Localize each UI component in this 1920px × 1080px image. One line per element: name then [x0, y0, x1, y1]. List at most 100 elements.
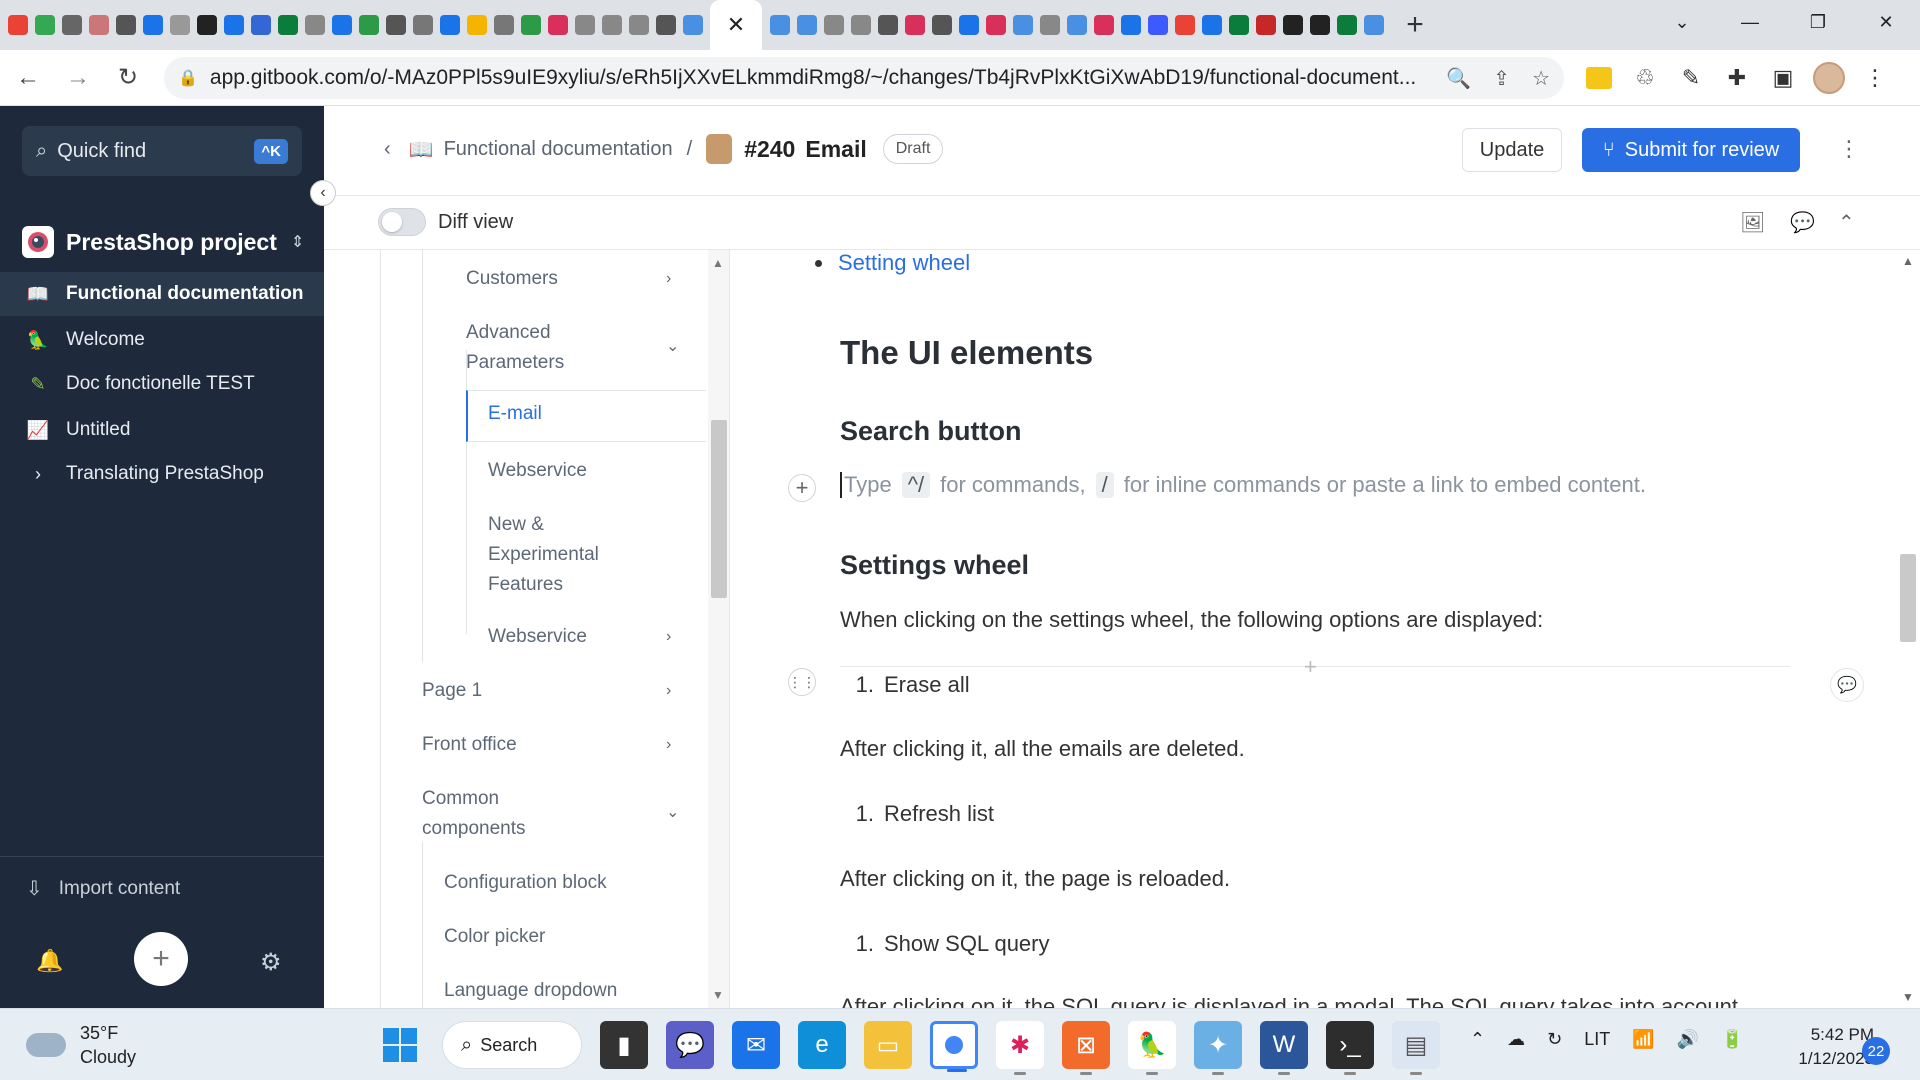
weather-widget[interactable]: 35°F Cloudy: [26, 1021, 136, 1069]
gear-icon[interactable]: ⚙: [260, 948, 282, 977]
scrollbar-thumb[interactable]: [1900, 554, 1916, 642]
url-text[interactable]: app.gitbook.com/o/-MAz0PPl5s9uIE9xyliu/s…: [210, 66, 1424, 90]
browser-tab[interactable]: [1063, 0, 1090, 50]
wifi-icon[interactable]: 📶: [1632, 1029, 1654, 1050]
browser-tab[interactable]: [982, 0, 1009, 50]
browser-tab[interactable]: [1252, 0, 1279, 50]
browser-tab[interactable]: [139, 0, 166, 50]
tree-item-front-office[interactable]: Front office ›: [422, 730, 682, 760]
browser-tab[interactable]: [328, 0, 355, 50]
browser-tab[interactable]: [847, 0, 874, 50]
scroll-down-arrow-icon[interactable]: ▼: [1902, 990, 1914, 1004]
tree-item-webservice[interactable]: Webservice: [488, 456, 688, 486]
browser-tab[interactable]: [463, 0, 490, 50]
notification-badge[interactable]: 22: [1862, 1037, 1890, 1065]
project-switcher[interactable]: PrestaShop project ⇕: [22, 226, 304, 258]
browser-tab[interactable]: [820, 0, 847, 50]
browser-tab[interactable]: [436, 0, 463, 50]
browser-tab[interactable]: [1333, 0, 1360, 50]
browser-tab[interactable]: [1279, 0, 1306, 50]
teams-chat-icon[interactable]: 💬: [666, 1021, 714, 1069]
drag-handle-icon[interactable]: ⋮⋮: [788, 668, 816, 696]
browser-tab[interactable]: [31, 0, 58, 50]
setting-wheel-link[interactable]: Setting wheel: [838, 250, 970, 276]
share-icon[interactable]: ⇪: [1493, 66, 1510, 91]
paragraph[interactable]: After clicking on it, the SQL query is d…: [840, 994, 1738, 1008]
tree-item-page-1[interactable]: Page 1 ›: [422, 676, 682, 706]
browser-tab[interactable]: [1225, 0, 1252, 50]
heading-settings-wheel[interactable]: Settings wheel: [840, 550, 1029, 581]
chevron-up-icon[interactable]: ⌃: [1838, 210, 1855, 235]
quick-find-input[interactable]: ⌕ Quick find ^K: [22, 126, 302, 176]
browser-tab[interactable]: [625, 0, 652, 50]
browser-tab[interactable]: [544, 0, 571, 50]
bell-icon[interactable]: 🔔: [36, 948, 63, 974]
collapse-sidebar-button[interactable]: ‹: [310, 180, 336, 206]
paragraph[interactable]: After clicking it, all the emails are de…: [840, 736, 1245, 762]
profile-avatar[interactable]: [1806, 62, 1852, 94]
browser-tab[interactable]: [166, 0, 193, 50]
tree-scrollbar[interactable]: ▲ ▼: [708, 250, 729, 1008]
scroll-down-arrow-icon[interactable]: ▼: [712, 988, 724, 1002]
back-arrow-icon[interactable]: ←: [6, 56, 50, 100]
browser-tab[interactable]: [382, 0, 409, 50]
browser-tab[interactable]: [1036, 0, 1063, 50]
sync-icon[interactable]: ↻: [1547, 1029, 1562, 1050]
reload-icon[interactable]: ↻: [106, 56, 150, 100]
taskbar-search[interactable]: ⌕ Search: [442, 1021, 582, 1069]
browser-tab[interactable]: [955, 0, 982, 50]
breadcrumb-space-link[interactable]: Functional documentation: [444, 138, 673, 161]
tree-item-customers[interactable]: Customers ›: [466, 264, 678, 294]
chevron-up-icon[interactable]: ⌃: [1470, 1029, 1485, 1050]
empty-block-placeholder[interactable]: Type ^/ for commands, / for inline comma…: [840, 472, 1646, 498]
tree-item-email-active[interactable]: E-mail: [466, 390, 706, 442]
image-icon[interactable]: 🖼: [1740, 210, 1765, 235]
paragraph[interactable]: After clicking on it, the page is reload…: [840, 866, 1230, 892]
sidebar-item-untitled[interactable]: 📈 Untitled: [0, 408, 324, 452]
zoom-icon[interactable]: 🔍: [1446, 66, 1471, 91]
extensions-puzzle-icon[interactable]: ✚: [1714, 65, 1760, 91]
editor-scrollbar[interactable]: ▲ ▼: [1896, 250, 1920, 1008]
change-title[interactable]: Email: [805, 136, 866, 163]
task-view-icon[interactable]: ▮: [600, 1021, 648, 1069]
browser-tab[interactable]: [274, 0, 301, 50]
chrome-browser-icon[interactable]: [930, 1021, 978, 1072]
sidebar-item-translating[interactable]: › Translating PrestaShop: [0, 452, 324, 496]
parrot-app-icon[interactable]: 🦜: [1128, 1021, 1176, 1075]
restore-button[interactable]: ❐: [1784, 12, 1852, 33]
browser-menu-icon[interactable]: ⋮: [1852, 65, 1898, 91]
new-tab-button[interactable]: +: [1395, 0, 1435, 50]
browser-tab[interactable]: [301, 0, 328, 50]
paragraph-intro[interactable]: When clicking on the settings wheel, the…: [840, 607, 1543, 633]
tree-item-advanced-parameters[interactable]: Advanced Parameters ⌄: [466, 318, 679, 378]
heading-search-button[interactable]: Search button: [840, 416, 1022, 447]
tab-search-icon[interactable]: ⌄: [1648, 12, 1716, 33]
browser-tab[interactable]: [409, 0, 436, 50]
add-comment-icon[interactable]: 💬: [1830, 668, 1864, 702]
list-item[interactable]: 1. Show SQL query: [840, 931, 1050, 957]
tree-item-new-experimental[interactable]: New & Experimental Features: [488, 510, 628, 600]
tree-item-webservice-2[interactable]: Webservice ›: [488, 622, 688, 652]
clock[interactable]: 5:42 PM 1/12/2023: [1770, 1023, 1874, 1071]
browser-tab[interactable]: [652, 0, 679, 50]
heading-ui-elements[interactable]: The UI elements: [840, 334, 1093, 372]
browser-tab[interactable]: [4, 0, 31, 50]
browser-tab[interactable]: [793, 0, 820, 50]
diff-view-toggle[interactable]: [378, 208, 426, 236]
comment-icon[interactable]: 💬: [1790, 210, 1815, 235]
browser-tab[interactable]: [85, 0, 112, 50]
update-button[interactable]: Update: [1462, 128, 1562, 172]
add-block-plus-icon[interactable]: +: [788, 474, 816, 502]
browser-tab[interactable]: [220, 0, 247, 50]
browser-tab[interactable]: [1306, 0, 1333, 50]
insert-block-plus-icon[interactable]: +: [1304, 654, 1317, 680]
list-item[interactable]: 1. Erase all: [840, 672, 970, 698]
sidebar-item-welcome[interactable]: 🦜 Welcome: [0, 318, 324, 362]
pen-extension-icon[interactable]: ✎: [1668, 65, 1714, 91]
browser-tab[interactable]: [1090, 0, 1117, 50]
browser-tab[interactable]: [1360, 0, 1387, 50]
browser-tab[interactable]: [1144, 0, 1171, 50]
browser-tab[interactable]: [928, 0, 955, 50]
browser-tab[interactable]: [1198, 0, 1225, 50]
browser-tab[interactable]: [571, 0, 598, 50]
